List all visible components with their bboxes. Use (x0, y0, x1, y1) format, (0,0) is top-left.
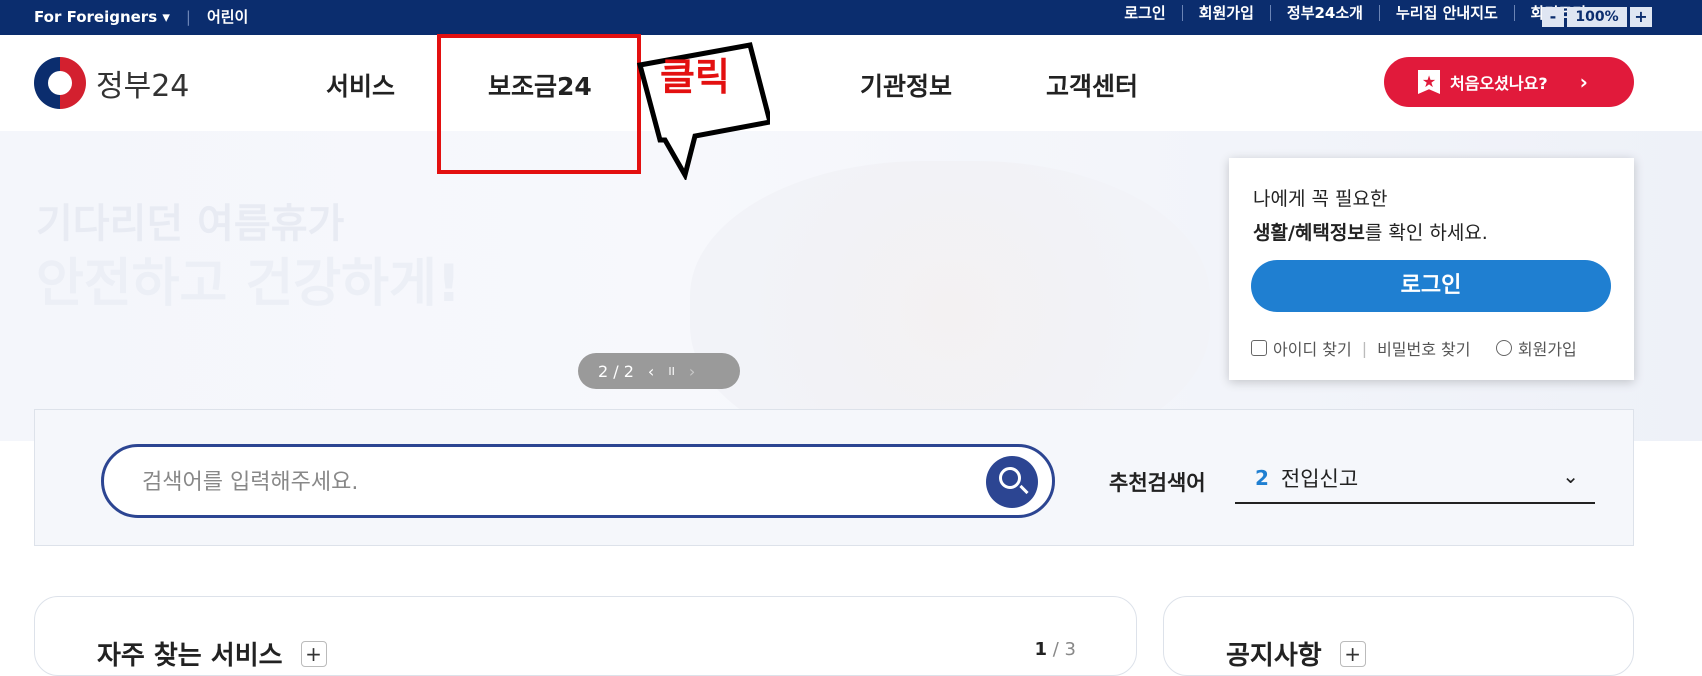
nav-agency-info[interactable]: 기관정보 (860, 67, 952, 103)
top-utility-bar: For Foreigners ▾ | 어린이 로그인 회원가입 정부24소개 누… (0, 0, 1702, 35)
prev-arrow-icon[interactable]: ‹ (648, 362, 654, 381)
zoom-control: - 100% + (1542, 7, 1652, 27)
lock-icon (1251, 340, 1267, 356)
find-id-label: 아이디 찾기 (1273, 340, 1352, 359)
more-plus-icon[interactable]: + (1339, 640, 1366, 667)
pager-count: 2 / 2 (598, 361, 634, 381)
bookmark-star-icon: ★ (1418, 70, 1440, 94)
next-arrow-icon[interactable]: › (689, 362, 695, 381)
login-card-line2-rest: 를 확인 하세요. (1364, 222, 1488, 244)
rec-keyword-value[interactable]: 전입신고 (1281, 463, 1358, 493)
chevron-down-icon[interactable]: ⌄ (1562, 464, 1579, 488)
search-button[interactable] (986, 456, 1038, 508)
first-visit-label: 처음오셨나요? (1450, 74, 1548, 93)
divider: | (185, 7, 191, 26)
login-card-line1: 나에게 꼭 필요한 (1253, 188, 1388, 210)
zoom-value: 100% (1567, 7, 1627, 27)
login-card: 나에게 꼭 필요한 생활/혜택정보를 확인 하세요. 로그인 아이디 찾기 | … (1229, 158, 1634, 380)
first-visit-button[interactable]: ★ 처음오셨나요? › (1384, 57, 1634, 107)
user-icon (1495, 340, 1512, 356)
rec-keyword-rank: 2 (1255, 466, 1269, 490)
search-icon-handle (1019, 484, 1029, 495)
pause-icon[interactable]: II (668, 365, 675, 378)
zoom-out-button[interactable]: - (1542, 7, 1564, 27)
signup-card-label: 회원가입 (1517, 340, 1577, 359)
highlight-box (437, 34, 641, 174)
page-current: 1 (1034, 639, 1048, 660)
recommended-keywords-label: 추천검색어 (1109, 471, 1206, 495)
search-box (101, 444, 1055, 518)
find-id-link[interactable]: 아이디 찾기 (1251, 336, 1352, 360)
signup-card-link[interactable]: 회원가입 (1495, 336, 1577, 360)
gov24-logo[interactable]: 정부24 (34, 57, 189, 109)
find-password-link[interactable]: 비밀번호 찾기 (1377, 336, 1470, 360)
nav-customer-center[interactable]: 고객센터 (1046, 67, 1138, 103)
frequent-services-heading: 자주 찾는 서비스 (97, 641, 283, 671)
kids-link[interactable]: 어린이 (207, 6, 248, 27)
main-header: 정부24 서비스 보조금24 기관정보 고객센터 ★ 처음오셨나요? › (0, 35, 1702, 131)
nav-services[interactable]: 서비스 (326, 67, 395, 103)
sitemap-link[interactable]: 누리집 안내지도 (1378, 5, 1514, 21)
chevron-right-icon: › (1579, 70, 1588, 94)
more-plus-icon[interactable]: + (300, 640, 327, 667)
frequent-services-title: 자주 찾는 서비스 + (97, 635, 327, 672)
notice-title: 공지사항 + (1226, 635, 1366, 672)
page-total: / 3 (1052, 639, 1076, 660)
click-annotation: 클릭 (660, 55, 730, 99)
signup-link[interactable]: 회원가입 (1181, 5, 1270, 21)
banner-pager: 2 / 2 ‹ II › (578, 353, 740, 389)
topbar-right: 로그인 회원가입 정부24소개 누리집 안내지도 화면크기 (1108, 5, 1602, 21)
divider: | (1480, 339, 1485, 358)
about-link[interactable]: 정부24소개 (1269, 5, 1379, 21)
login-card-line2: 생활/혜택정보를 확인 하세요. (1253, 218, 1488, 245)
topbar-left: For Foreigners ▾ | 어린이 (34, 6, 248, 27)
divider: | (1361, 338, 1368, 358)
login-link[interactable]: 로그인 (1108, 5, 1181, 21)
zoom-in-button[interactable]: + (1630, 7, 1652, 27)
recommended-keywords-dropdown[interactable]: 2 전입신고 ⌄ (1235, 454, 1595, 504)
search-input[interactable] (142, 465, 942, 499)
search-panel: 추천검색어 2 전입신고 ⌄ (34, 409, 1634, 546)
login-card-highlight: 생활/혜택정보 (1253, 222, 1365, 244)
for-foreigners-link[interactable]: For Foreigners ▾ (34, 8, 170, 26)
hero-headline-2: 안전하고 건강하게! (36, 254, 461, 314)
notice-heading: 공지사항 (1226, 641, 1322, 671)
logo-text: 정부24 (96, 69, 190, 104)
frequent-services-card: 자주 찾는 서비스 + 1 / 3 (34, 596, 1137, 676)
frequent-services-pager: 1 / 3 (1034, 639, 1076, 660)
search-icon (999, 467, 1021, 489)
notice-card: 공지사항 + (1163, 596, 1634, 676)
taegeuk-icon (34, 57, 86, 109)
login-links: 아이디 찾기 | 비밀번호 찾기 | 회원가입 (1251, 336, 1577, 360)
login-button[interactable]: 로그인 (1251, 260, 1611, 312)
